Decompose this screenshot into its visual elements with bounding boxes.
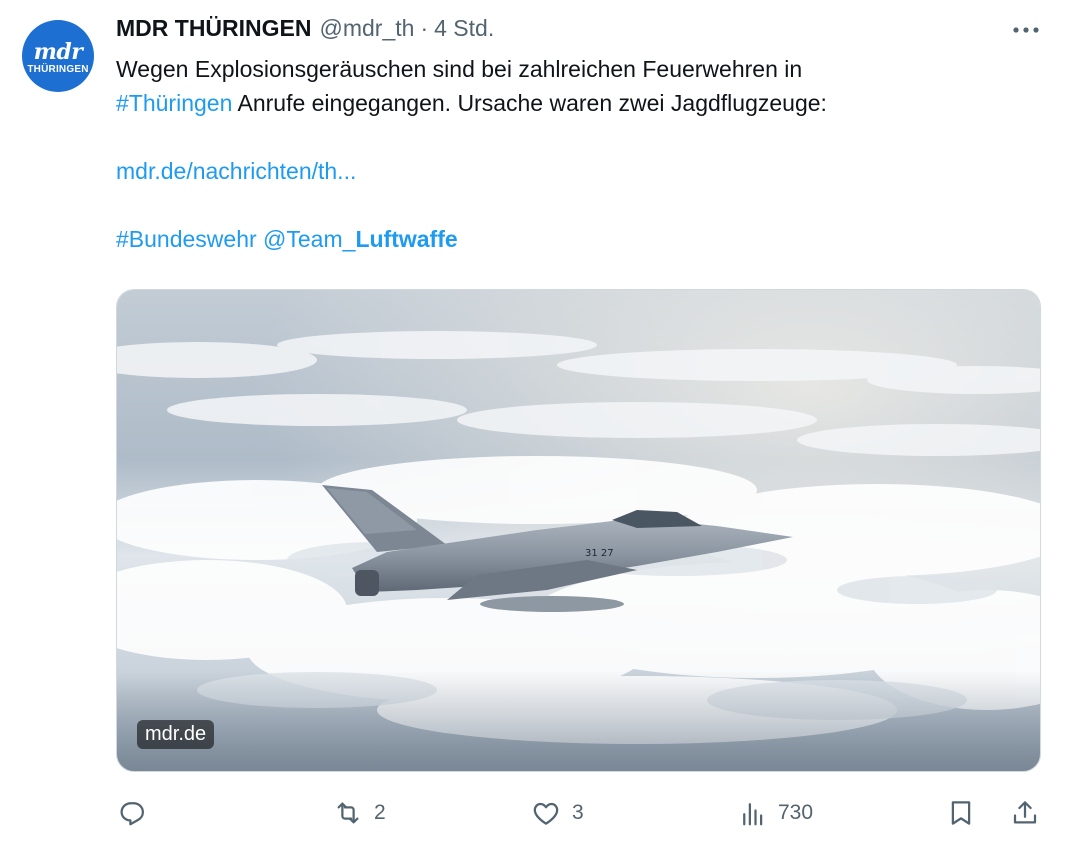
views-button[interactable]: 730 [738,794,813,832]
tweet-text-line1: Wegen Explosionsgeräuschen sind bei zahl… [116,56,803,82]
share-icon [1013,801,1037,824]
tweet-text-line: mdr.de/nachrichten/th... [116,154,1016,188]
retweet-count: 2 [374,801,386,824]
bookmark-button[interactable] [946,794,976,832]
jet-over-clouds-image: 31 27 [117,290,1040,771]
reply-button[interactable] [116,794,156,832]
tweet-media-image[interactable]: 31 27 mdr.de [116,289,1041,772]
tweet-text-line: #Bundeswehr @Team_Luftwaffe [116,222,1016,256]
share-button[interactable] [1010,794,1040,832]
user-handle[interactable]: @mdr_th [320,15,415,42]
tweet-text-line2: Anrufe eingegangen. Ursache waren zwei J… [232,90,827,116]
tweet-header: MDR THÜRINGEN @mdr_th · 4 Std. [116,12,494,44]
more-options-button[interactable] [1006,16,1046,44]
like-count: 3 [572,801,584,824]
avatar-logo-text: mdr [33,38,83,65]
tweet-text-line: #Thüringen Anrufe eingegangen. Ursache w… [116,86,1016,120]
analytics-icon [743,803,763,826]
hashtag-thueringen[interactable]: #Thüringen [116,90,232,116]
mention-highlight: Luftwaffe [355,226,458,252]
tweet-text-line: Wegen Explosionsgeräuschen sind bei zahl… [116,52,1016,86]
mention-prefix: @Team_ [263,226,356,252]
mention-team-luftwaffe[interactable]: @Team_Luftwaffe [263,226,458,252]
hashtag-bundeswehr[interactable]: #Bundeswehr [116,226,257,252]
retweet-icon [337,802,359,824]
avatar-logo-subtext: THÜRINGEN [27,63,89,75]
retweet-button[interactable]: 2 [332,794,386,832]
bookmark-icon [951,801,971,825]
like-button[interactable]: 3 [530,794,584,832]
more-horizontal-icon [1013,27,1039,33]
tweet-actions: 2 3 730 [116,794,1046,832]
avatar[interactable]: mdr THÜRINGEN [22,20,94,92]
display-name[interactable]: MDR THÜRINGEN [116,15,312,42]
view-count: 730 [778,801,814,824]
tweet-text: Wegen Explosionsgeräuschen sind bei zahl… [116,52,1016,256]
heart-icon [533,802,559,825]
timestamp[interactable]: 4 Std. [434,15,494,42]
article-link[interactable]: mdr.de/nachrichten/th... [116,158,356,184]
media-source-badge: mdr.de [137,720,215,749]
separator: · [420,14,429,41]
aircraft-marking: 31 27 [585,548,614,559]
reply-icon [120,802,144,826]
